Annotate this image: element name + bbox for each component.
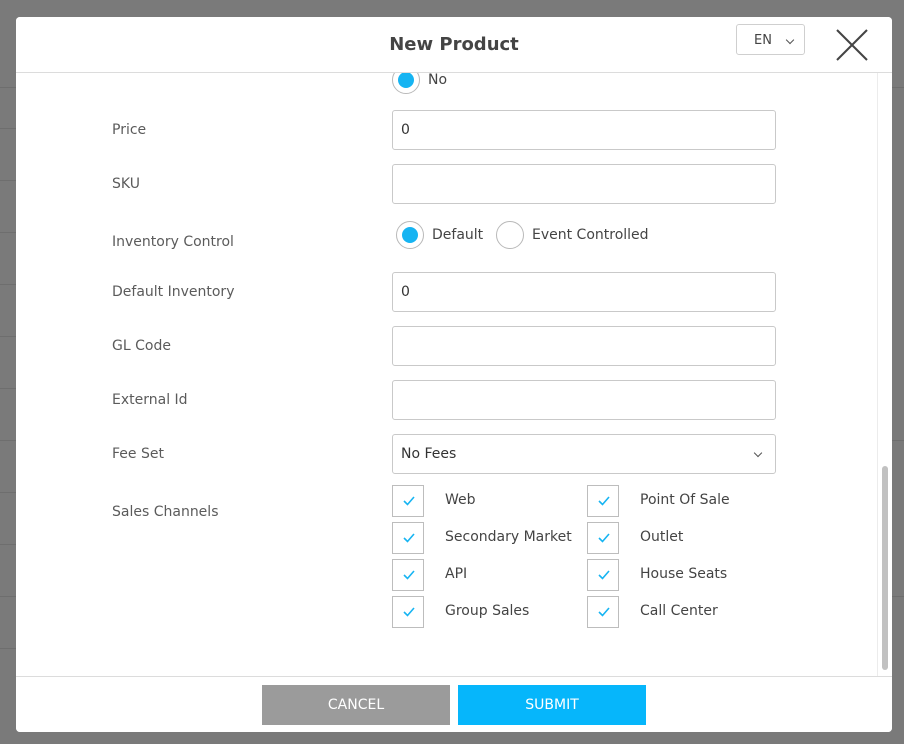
default-inventory-input[interactable]: 0 (392, 272, 776, 312)
inventory-default-radio[interactable] (396, 221, 424, 249)
language-select[interactable]: EN (736, 24, 805, 55)
channel-group-sales-checkbox[interactable] (392, 596, 424, 628)
modal-header: New Product EN (16, 17, 892, 73)
scrollbar-thumb[interactable] (882, 466, 888, 670)
checkmark-icon (598, 496, 610, 506)
checkmark-icon (403, 533, 415, 543)
checkmark-icon (403, 496, 415, 506)
fee-set-select[interactable]: No Fees (392, 434, 776, 474)
modal-body: No Price 0 SKU Inventory Control Default… (16, 73, 892, 676)
chevron-down-icon (785, 35, 795, 45)
channel-secondary-market-label: Secondary Market (445, 529, 572, 545)
channel-call-center-label: Call Center (640, 603, 718, 619)
channel-web-label: Web (445, 492, 476, 508)
default-inventory-label: Default Inventory (112, 284, 235, 300)
channel-point-of-sale-checkbox[interactable] (587, 485, 619, 517)
modal-scrollbar[interactable] (877, 73, 891, 676)
inventory-event-controlled-radio[interactable] (496, 221, 524, 249)
fee-set-label: Fee Set (112, 446, 164, 462)
channel-house-seats-label: House Seats (640, 566, 728, 582)
channel-api-label: API (445, 566, 468, 582)
price-input[interactable]: 0 (392, 110, 776, 150)
modal-footer: CANCEL SUBMIT (16, 676, 892, 732)
checkmark-icon (598, 570, 610, 580)
price-value: 0 (401, 122, 410, 138)
new-product-modal: New Product EN No Price 0 SKU Inventory … (16, 17, 892, 732)
default-inventory-value: 0 (401, 284, 410, 300)
checkmark-icon (598, 607, 610, 617)
inventory-default-label: Default (432, 227, 484, 243)
gl-code-input[interactable] (392, 326, 776, 366)
price-label: Price (112, 122, 147, 138)
channel-outlet-checkbox[interactable] (587, 522, 619, 554)
submit-button[interactable]: SUBMIT (458, 685, 646, 725)
channel-api-checkbox[interactable] (392, 559, 424, 591)
taxable-no-radio[interactable] (392, 73, 420, 94)
external-id-label: External Id (112, 392, 188, 408)
sku-label: SKU (112, 176, 140, 192)
sales-channels-label: Sales Channels (112, 504, 219, 520)
channel-call-center-checkbox[interactable] (587, 596, 619, 628)
taxable-no-label: No (428, 73, 448, 88)
channel-group-sales-label: Group Sales (445, 603, 530, 619)
inventory-control-label: Inventory Control (112, 234, 234, 250)
close-button[interactable] (834, 27, 870, 63)
channel-outlet-label: Outlet (640, 529, 684, 545)
language-code: EN (754, 33, 772, 48)
channel-house-seats-checkbox[interactable] (587, 559, 619, 591)
close-icon (836, 29, 868, 61)
fee-set-value: No Fees (401, 446, 457, 462)
checkmark-icon (403, 570, 415, 580)
sku-input[interactable] (392, 164, 776, 204)
chevron-down-icon (753, 448, 763, 458)
cancel-button[interactable]: CANCEL (262, 685, 450, 725)
channel-point-of-sale-label: Point Of Sale (640, 492, 730, 508)
checkmark-icon (403, 607, 415, 617)
inventory-event-controlled-label: Event Controlled (532, 227, 649, 243)
channel-secondary-market-checkbox[interactable] (392, 522, 424, 554)
gl-code-label: GL Code (112, 338, 171, 354)
external-id-input[interactable] (392, 380, 776, 420)
checkmark-icon (598, 533, 610, 543)
channel-web-checkbox[interactable] (392, 485, 424, 517)
